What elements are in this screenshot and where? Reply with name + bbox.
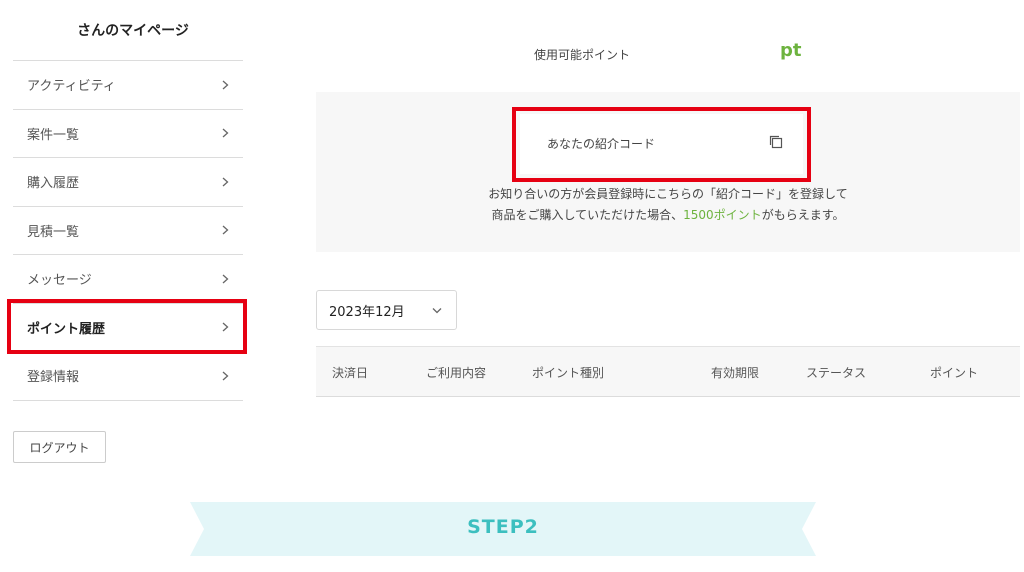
sidebar-item-label: 登録情報 (27, 370, 80, 386)
available-points: 使用可能ポイント pt (316, 38, 1020, 70)
column-header-status: ステータス (806, 366, 867, 380)
point-history-table-header: 決済日 ご利用内容 ポイント種別 有効期限 ステータス ポイント (316, 346, 1020, 397)
sidebar-item-purchases[interactable]: 購入履歴 (13, 158, 243, 207)
month-select-value: 2023年12月 (329, 304, 405, 320)
step-banner: STEP2 (190, 502, 816, 556)
sidebar-nav: アクティビティ 案件一覧 購入履歴 見積一覧 メッセージ ポイント履歴 登録情報 (13, 60, 243, 401)
column-header-expiry: 有効期限 (711, 366, 760, 380)
sidebar-item-quotes[interactable]: 見積一覧 (13, 207, 243, 255)
column-header-point-type: ポイント種別 (532, 366, 605, 380)
referral-code-box: あなたの紹介コード (520, 114, 803, 174)
sidebar-item-label: アクティビティ (27, 79, 116, 95)
sidebar-item-activity[interactable]: アクティビティ (13, 61, 243, 110)
column-header-usage: ご利用内容 (426, 366, 487, 380)
referral-line-2-prefix: 商品をご購入していただけた場合、 (491, 208, 684, 222)
points-unit: pt (780, 40, 802, 61)
sidebar-item-label: 見積一覧 (27, 224, 80, 240)
available-points-label: 使用可能ポイント (534, 48, 631, 62)
referral-panel: あなたの紹介コード お知り合いの方が会員登録時にこちらの「紹介コード」を登録して… (316, 92, 1020, 252)
chevron-right-icon (219, 370, 231, 382)
sidebar-item-projects[interactable]: 案件一覧 (13, 110, 243, 158)
chevron-right-icon (219, 127, 231, 139)
chevron-right-icon (219, 79, 231, 91)
sidebar-item-messages[interactable]: メッセージ (13, 255, 243, 304)
sidebar-item-label: 購入履歴 (27, 176, 80, 192)
sidebar-item-point-history[interactable]: ポイント履歴 (13, 304, 243, 352)
sidebar-item-label: メッセージ (27, 273, 92, 289)
sidebar-item-label: 案件一覧 (27, 127, 80, 143)
sidebar-item-registration-info[interactable]: 登録情報 (13, 352, 243, 401)
chevron-right-icon (219, 273, 231, 285)
chevron-down-icon (432, 307, 442, 313)
copy-icon[interactable] (767, 133, 785, 151)
chevron-right-icon (219, 321, 231, 333)
column-header-points: ポイント (930, 366, 979, 380)
chevron-right-icon (219, 176, 231, 188)
sidebar: さんのマイページ アクティビティ 案件一覧 購入履歴 見積一覧 メッセージ ポイ… (13, 0, 243, 463)
referral-line-2: 商品をご購入していただけた場合、1500ポイントがもらえます。 (316, 205, 1020, 226)
referral-code-label: あなたの紹介コード (547, 137, 656, 151)
month-select[interactable]: 2023年12月 (316, 290, 457, 330)
column-header-payment-date: 決済日 (332, 366, 369, 380)
referral-line-2-suffix: がもらえます。 (761, 208, 845, 222)
referral-line-1: お知り合いの方が会員登録時にこちらの「紹介コード」を登録して (488, 187, 848, 201)
mypage-title: さんのマイページ (77, 23, 189, 39)
referral-bonus-points: 1500ポイント (683, 208, 762, 222)
logout-button[interactable]: ログアウト (13, 431, 106, 463)
step-label: STEP2 (467, 516, 539, 538)
chevron-right-icon (219, 224, 231, 236)
referral-description: お知り合いの方が会員登録時にこちらの「紹介コード」を登録して 商品をご購入してい… (316, 184, 1020, 226)
sidebar-item-label: ポイント履歴 (27, 321, 106, 337)
